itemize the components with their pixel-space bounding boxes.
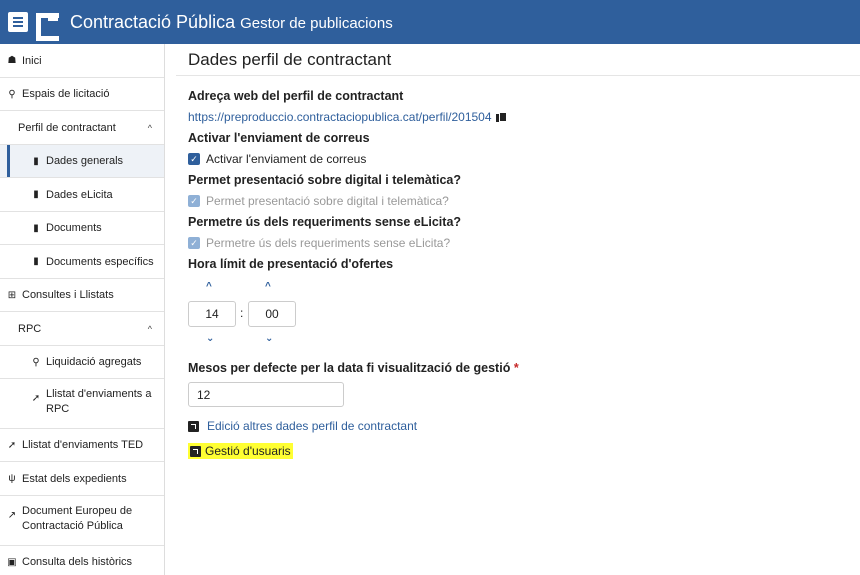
edicio-link-row[interactable]: Edició altres dades perfil de contractan…: [188, 419, 860, 433]
email-checkbox-row[interactable]: ✓ Activar l'enviament de correus: [188, 152, 860, 166]
app-subtitle: Gestor de publicacions: [240, 14, 393, 32]
external-link-icon: [190, 445, 201, 457]
contractacio-logo-icon: [36, 11, 62, 41]
search-icon: ⚲: [8, 88, 16, 100]
minute-up-chevron-icon[interactable]: ^: [265, 281, 271, 292]
sidebar-item-label: Estat dels expedients: [22, 472, 127, 485]
external-link-icon: [188, 420, 199, 432]
elicita-checkbox-row: ✓ Permetre ús dels requeriments sense eL…: [188, 236, 860, 250]
form: Adreça web del perfil de contractant htt…: [176, 76, 860, 459]
digital-checkbox-label: Permet presentació sobre digital i telem…: [206, 194, 449, 208]
sidebar-item-label: Documents: [46, 222, 102, 234]
sidebar-item-label: Consulta dels històrics: [22, 556, 133, 568]
sidebar-item-liquidacio[interactable]: ⚲ Liquidació agregats: [0, 346, 164, 379]
external-link-icon: ↗: [7, 510, 17, 521]
search-icon: ⚲: [32, 356, 40, 368]
hour-down-chevron-icon[interactable]: ⌄: [206, 333, 214, 344]
file-icon: ▮: [33, 189, 39, 200]
email-label: Activar l'enviament de correus: [188, 131, 370, 145]
sidebar-item-label: Dades eLicita: [46, 188, 113, 201]
hamburger-menu-icon[interactable]: [8, 12, 28, 32]
copy-icon[interactable]: [495, 111, 507, 123]
sidebar-item-dades-elicita[interactable]: ▮ Dades eLicita: [0, 178, 164, 212]
sidebar-item-enviaments-rpc[interactable]: ➚ Llistat d'enviaments a RPC: [0, 379, 164, 429]
mesos-input[interactable]: 12: [188, 382, 344, 407]
digital-checkbox: ✓: [188, 195, 200, 207]
time-picker: ^ ^ 14 : 00 ⌄ ⌄: [188, 279, 318, 351]
sidebar-item-label: Liquidació agregats: [46, 356, 142, 368]
edicio-link[interactable]: Edició altres dades perfil de contractan…: [207, 419, 417, 433]
main-content: Dades perfil de contractant Adreça web d…: [176, 44, 860, 459]
file-icon: ▮: [33, 222, 39, 234]
app-title: Contractació Pública: [70, 11, 236, 32]
sidebar: ☗ Inici ⚲ Espais de licitació Perfil de …: [0, 44, 165, 575]
gavel-icon: ➚: [7, 439, 17, 451]
sidebar-item-label: Consultes i Llistats: [22, 289, 114, 301]
sidebar-item-consultes[interactable]: ⊞ Consultes i Llistats: [0, 279, 164, 312]
top-header: Contractació Pública Gestor de publicaci…: [0, 0, 860, 44]
sidebar-item-dades-generals[interactable]: ▮ Dades generals: [0, 145, 164, 178]
gestio-link[interactable]: Gestió d'usuaris: [205, 444, 291, 458]
sidebar-item-documents-especifics[interactable]: ▮ Documents específics: [0, 245, 164, 279]
sidebar-item-historics[interactable]: ▣ Consulta dels històrics: [0, 546, 164, 575]
sidebar-item-label: Document Europeu de Contractació Pública: [22, 505, 133, 532]
hour-up-chevron-icon[interactable]: ^: [206, 281, 212, 292]
email-checkbox[interactable]: ✓: [188, 153, 200, 165]
sidebar-item-inici[interactable]: ☗ Inici: [0, 44, 164, 78]
sidebar-item-label: Dades generals: [46, 155, 124, 167]
chevron-up-icon: ^: [147, 122, 152, 133]
sidebar-item-label: Documents específics: [46, 255, 154, 268]
table-icon: ⊞: [7, 289, 17, 301]
file-icon: ▮: [33, 256, 39, 267]
minute-input[interactable]: 00: [248, 301, 296, 327]
minute-down-chevron-icon[interactable]: ⌄: [265, 333, 273, 344]
hour-input[interactable]: 14: [188, 301, 236, 327]
digital-label: Permet presentació sobre digital i telem…: [188, 173, 462, 187]
mesos-label: Mesos per defecte per la data fi visuali…: [188, 361, 860, 375]
sidebar-item-label: Llistat d'enviaments a RPC: [46, 388, 152, 415]
archive-icon: ▣: [7, 556, 17, 568]
sidebar-item-label: Perfil de contractant: [18, 121, 116, 134]
gavel-icon: ➚: [31, 393, 41, 404]
sidebar-item-deuc[interactable]: ↗ Document Europeu de Contractació Públi…: [0, 496, 164, 546]
web-address-link[interactable]: https://preproduccio.contractaciopublica…: [188, 110, 492, 124]
app-brand[interactable]: Contractació Pública Gestor de publicaci…: [70, 12, 393, 33]
web-address-row: https://preproduccio.contractaciopublica…: [188, 110, 860, 124]
tree-icon: ψ: [8, 473, 16, 484]
sidebar-item-label: RPC: [18, 322, 42, 335]
sidebar-item-perfil[interactable]: Perfil de contractant ^: [0, 111, 164, 145]
email-checkbox-label: Activar l'enviament de correus: [206, 152, 367, 166]
web-address-label: Adreça web del perfil de contractant: [188, 89, 404, 103]
sidebar-item-espais[interactable]: ⚲ Espais de licitació: [0, 78, 164, 111]
sidebar-item-estat[interactable]: ψ Estat dels expedients: [0, 462, 164, 496]
mesos-label-text: Mesos per defecte per la data fi visuali…: [188, 361, 511, 375]
sidebar-item-label: Llistat d'enviaments TED: [22, 439, 144, 451]
gestio-link-row[interactable]: Gestió d'usuaris: [188, 443, 860, 459]
sidebar-item-rpc[interactable]: RPC ^: [0, 312, 164, 346]
sidebar-item-label: Espais de licitació: [22, 88, 110, 100]
elicita-checkbox: ✓: [188, 237, 200, 249]
hora-label: Hora límit de presentació d'ofertes: [188, 257, 394, 271]
file-icon: ▮: [33, 155, 39, 167]
elicita-label: Permetre ús dels requeriments sense eLic…: [188, 215, 462, 229]
page-title: Dades perfil de contractant: [176, 44, 860, 76]
home-icon: ☗: [7, 55, 17, 66]
digital-checkbox-row: ✓ Permet presentació sobre digital i tel…: [188, 194, 860, 208]
chevron-up-icon: ^: [147, 323, 152, 334]
sidebar-item-label: Inici: [22, 54, 42, 67]
elicita-checkbox-label: Permetre ús dels requeriments sense eLic…: [206, 236, 451, 250]
highlighted-gestio-link[interactable]: Gestió d'usuaris: [188, 443, 293, 459]
sidebar-item-documents[interactable]: ▮ Documents: [0, 212, 164, 245]
sidebar-item-enviaments-ted[interactable]: ➚ Llistat d'enviaments TED: [0, 429, 164, 462]
required-mark: *: [513, 361, 519, 375]
time-separator: :: [240, 306, 244, 320]
